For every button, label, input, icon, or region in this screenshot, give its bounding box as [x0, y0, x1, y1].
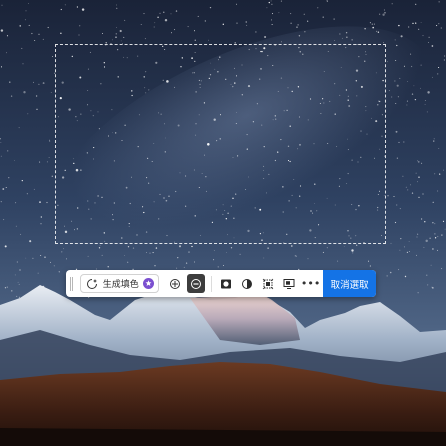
select-subject-button[interactable]	[166, 274, 184, 293]
cancel-selection-button[interactable]: 取消選取	[323, 270, 377, 297]
photo-canvas[interactable]: 生成填色 ••• 取消選取	[0, 0, 446, 446]
premium-badge-icon	[142, 278, 154, 289]
more-options-button[interactable]: •••	[301, 274, 320, 293]
generative-fill-sparkle-icon	[86, 278, 97, 289]
mask-icon	[220, 279, 231, 288]
marquee-selection[interactable]	[55, 44, 386, 244]
create-layer-button[interactable]	[280, 274, 298, 293]
adjustment-icon	[241, 278, 252, 289]
contextual-task-bar: 生成填色 ••• 取消選取	[66, 270, 377, 297]
subtract-selection-icon	[190, 278, 201, 289]
transform-selection-button[interactable]	[259, 274, 277, 293]
transform-selection-icon	[262, 278, 274, 289]
more-options-icon: •••	[300, 277, 321, 290]
subtract-selection-button[interactable]	[186, 274, 205, 293]
toolbar-divider	[210, 275, 212, 292]
generative-fill-button[interactable]: 生成填色	[79, 274, 159, 293]
drag-handle[interactable]	[70, 276, 74, 291]
create-layer-icon	[283, 278, 295, 289]
adjustment-button[interactable]	[238, 274, 256, 293]
generative-fill-label: 生成填色	[102, 280, 139, 290]
mask-button[interactable]	[217, 274, 235, 293]
select-subject-icon	[169, 278, 180, 289]
